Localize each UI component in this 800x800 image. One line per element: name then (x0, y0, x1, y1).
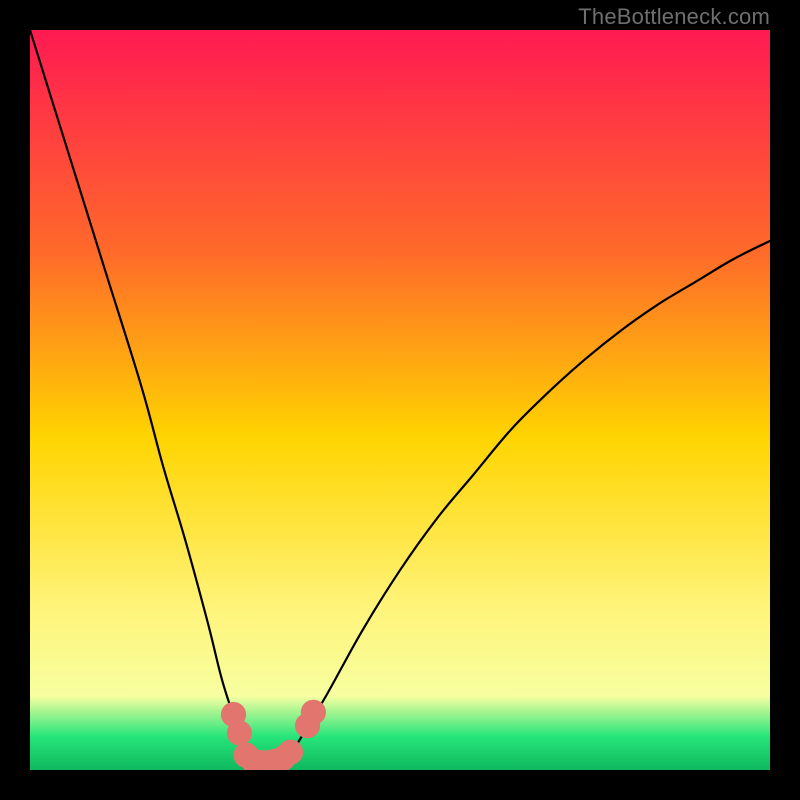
marker-dot (301, 700, 326, 725)
marker-dot (278, 740, 303, 765)
marker-dot (227, 720, 252, 745)
watermark-text: TheBottleneck.com (578, 4, 770, 30)
chart-frame: TheBottleneck.com (0, 0, 800, 800)
plot-area (30, 30, 770, 770)
marker-group (221, 700, 326, 770)
bottleneck-curve (30, 30, 770, 770)
